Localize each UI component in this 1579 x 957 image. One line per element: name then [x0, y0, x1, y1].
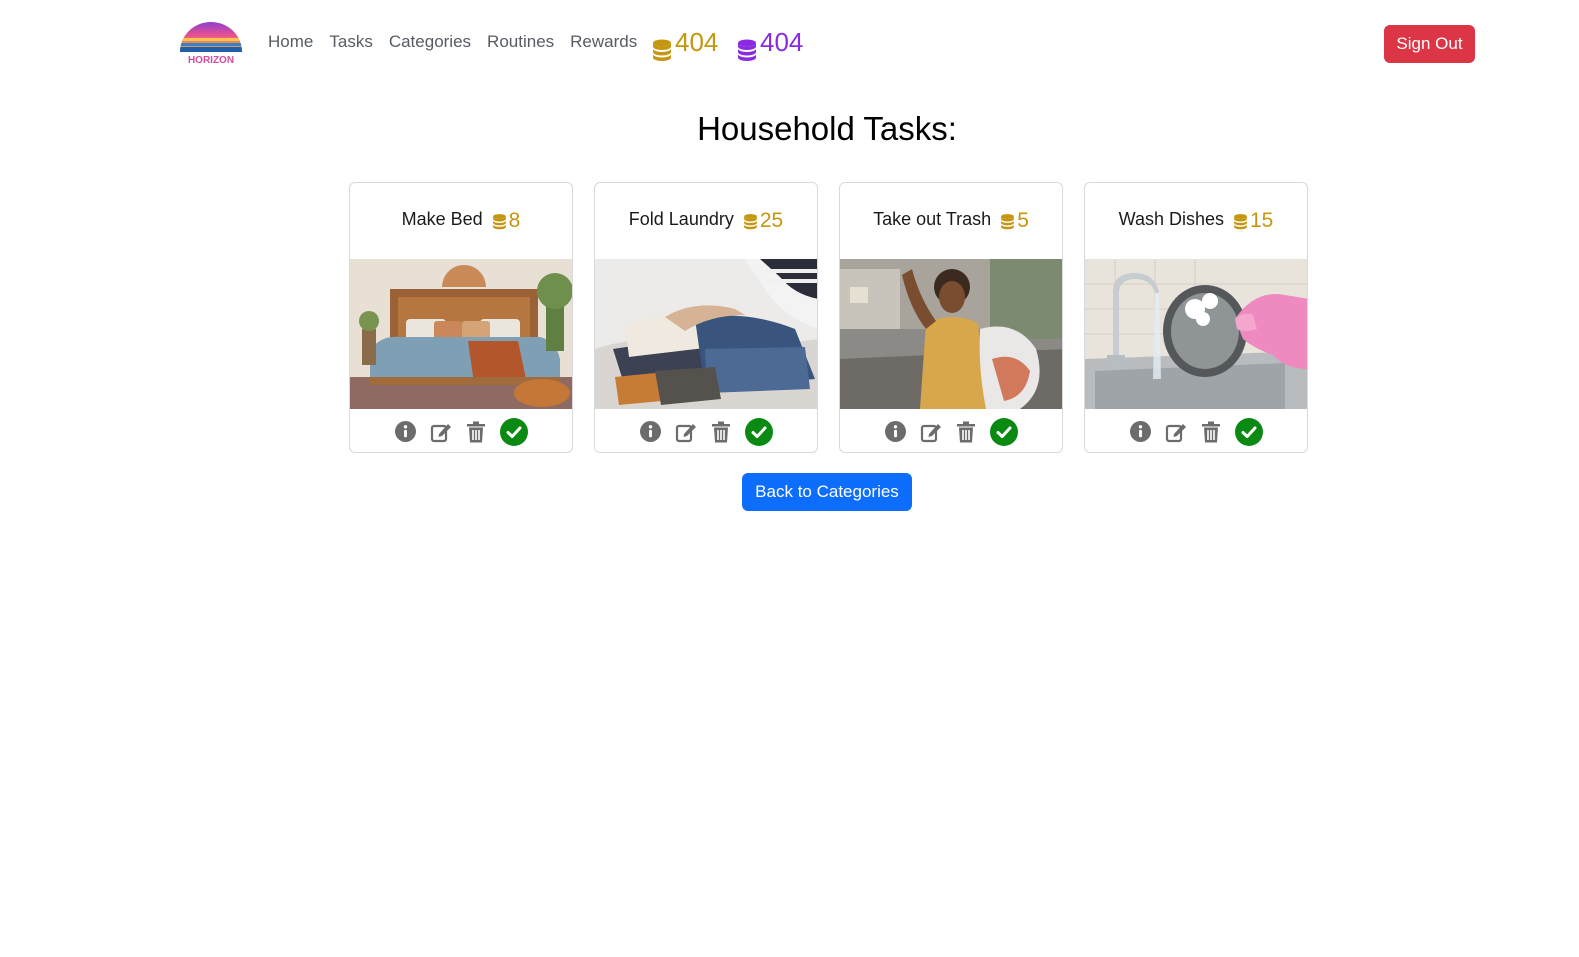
coins-icon: [1234, 213, 1247, 229]
task-card-header: Make Bed 8: [350, 183, 572, 259]
task-title: Wash Dishes: [1118, 208, 1224, 229]
gold-coin-count: 404: [675, 27, 719, 57]
info-icon[interactable]: [639, 421, 661, 442]
nav-rewards-link[interactable]: Rewards: [570, 32, 637, 52]
task-points-value: 5: [1017, 209, 1029, 232]
task-points-value: 15: [1250, 209, 1274, 232]
nav-categories-link[interactable]: Categories: [389, 32, 471, 52]
back-to-categories-button[interactable]: Back to Categories: [742, 473, 912, 511]
horizon-logo[interactable]: HORIZON: [180, 22, 242, 66]
nav-home-link[interactable]: Home: [268, 32, 313, 52]
task-image-wash-dishes: [1085, 259, 1307, 409]
task-actions: [350, 409, 572, 452]
navbar: HORIZON Home Tasks Categories Routines R…: [0, 0, 1579, 88]
task-points: 15: [1232, 209, 1273, 233]
task-card: Wash Dishes 15: [1084, 182, 1308, 453]
task-card-header: Take out Trash 5: [840, 183, 1062, 259]
task-title: Take out Trash: [873, 208, 992, 229]
nav-links: Home Tasks Categories Routines Rewards: [268, 32, 653, 52]
coins-icon: [743, 213, 757, 229]
logo-text: HORIZON: [188, 55, 234, 66]
purple-coin-count: 404: [760, 27, 804, 57]
task-actions: [840, 409, 1062, 452]
coins-icon: [492, 213, 506, 229]
trash-icon[interactable]: [956, 421, 976, 443]
page-title: Household Tasks:: [697, 110, 957, 147]
trash-icon[interactable]: [466, 421, 486, 443]
task-image-take-out-trash: [840, 259, 1062, 409]
task-points-value: 25: [759, 209, 784, 232]
complete-check-icon[interactable]: [1234, 417, 1263, 446]
edit-icon[interactable]: [1165, 421, 1187, 443]
task-actions: [1085, 409, 1307, 452]
purple-coin-balance: 404: [736, 22, 803, 62]
gold-coin-balance: 404: [651, 22, 718, 62]
trash-icon[interactable]: [1201, 421, 1221, 443]
edit-icon[interactable]: [430, 421, 452, 443]
task-points-value: 8: [508, 209, 521, 232]
task-image-fold-laundry: [595, 259, 817, 409]
complete-check-icon[interactable]: [989, 417, 1018, 446]
task-image-make-bed: [350, 259, 572, 409]
task-card-header: Fold Laundry 25: [595, 183, 817, 259]
info-icon[interactable]: [1129, 421, 1151, 442]
task-card-header: Wash Dishes 15: [1085, 183, 1307, 259]
task-card: Fold Laundry 25: [594, 182, 818, 453]
edit-icon[interactable]: [920, 421, 942, 443]
sign-out-button[interactable]: Sign Out: [1384, 25, 1475, 63]
task-title: Fold Laundry: [628, 208, 734, 229]
info-icon[interactable]: [394, 421, 416, 442]
task-card: Take out Trash 5: [839, 182, 1063, 453]
nav-tasks-link[interactable]: Tasks: [329, 32, 372, 52]
info-icon[interactable]: [884, 421, 906, 442]
task-actions: [595, 409, 817, 452]
task-points: 25: [742, 209, 783, 233]
complete-check-icon[interactable]: [499, 417, 528, 446]
gold-coins-icon: [653, 39, 671, 61]
task-card-list: Make Bed 8 Fold Laundry 25 Take out Tras…: [349, 182, 1308, 453]
purple-coins-icon: [738, 39, 756, 61]
task-points: 5: [999, 209, 1029, 233]
task-card: Make Bed 8: [349, 182, 573, 453]
coins-icon: [1001, 213, 1015, 229]
edit-icon[interactable]: [675, 421, 697, 443]
nav-routines-link[interactable]: Routines: [487, 32, 554, 52]
task-points: 8: [491, 209, 521, 233]
task-title: Make Bed: [401, 208, 483, 229]
trash-icon[interactable]: [711, 421, 731, 443]
complete-check-icon[interactable]: [744, 417, 773, 446]
